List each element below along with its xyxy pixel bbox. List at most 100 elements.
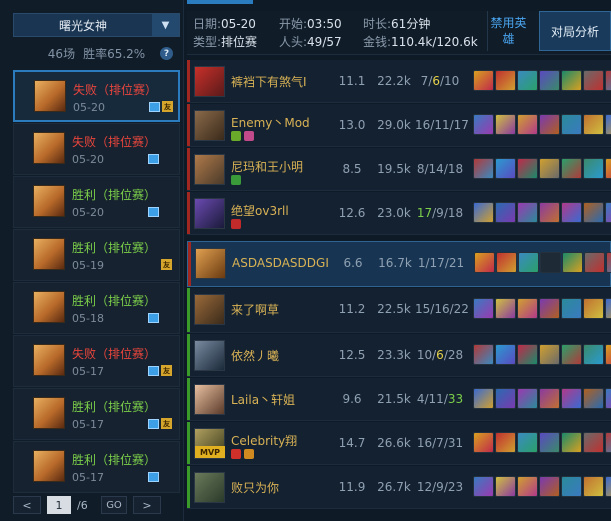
- item-slot[interactable]: [495, 158, 516, 179]
- player-name[interactable]: Laila丶轩姐: [231, 391, 295, 408]
- item-slot[interactable]: [561, 476, 582, 497]
- player-name[interactable]: 裤裆下有煞气I: [231, 73, 307, 90]
- item-slot[interactable]: [495, 432, 516, 453]
- match-history-item[interactable]: 胜利（排位赛） 05-17: [13, 441, 180, 493]
- item-slot[interactable]: [517, 432, 538, 453]
- item-slot[interactable]: [539, 202, 560, 223]
- item-slot[interactable]: [473, 70, 494, 91]
- item-slot[interactable]: [473, 388, 494, 409]
- item-slot[interactable]: [539, 298, 560, 319]
- item-slot[interactable]: [561, 70, 582, 91]
- item-slot[interactable]: [473, 202, 494, 223]
- item-slot[interactable]: [495, 476, 516, 497]
- item-slot[interactable]: [605, 432, 611, 453]
- item-slot[interactable]: [561, 432, 582, 453]
- player-row[interactable]: 来了啊草 11.2 22.5k 15/16/22: [187, 288, 611, 333]
- item-slot[interactable]: [561, 298, 582, 319]
- player-name[interactable]: 依然丿曦: [231, 347, 279, 364]
- item-slot[interactable]: [495, 388, 516, 409]
- player-name[interactable]: Celebrity翔: [231, 432, 297, 449]
- player-row[interactable]: 裤裆下有煞气I 11.1 22.2k 7/6/10: [187, 60, 611, 103]
- item-slot[interactable]: [539, 70, 560, 91]
- page-number-input[interactable]: 1: [47, 496, 71, 514]
- match-history-item[interactable]: 胜利（排位赛） 05-18: [13, 282, 180, 334]
- item-slot[interactable]: [605, 114, 611, 135]
- item-slot[interactable]: [561, 202, 582, 223]
- item-slot[interactable]: [495, 70, 516, 91]
- item-slot[interactable]: [583, 476, 604, 497]
- match-history-item[interactable]: 失败（排位赛） 05-20 友: [13, 70, 180, 122]
- item-slot[interactable]: [518, 252, 539, 273]
- item-slot[interactable]: [517, 158, 538, 179]
- item-slot[interactable]: [606, 252, 611, 273]
- item-slot[interactable]: [584, 252, 605, 273]
- item-slot[interactable]: [605, 298, 611, 319]
- match-history-item[interactable]: 失败（排位赛） 05-20: [13, 123, 180, 175]
- item-slot[interactable]: [583, 298, 604, 319]
- item-slot[interactable]: [495, 344, 516, 365]
- player-row[interactable]: 依然丿曦 12.5 23.3k 10/6/28: [187, 334, 611, 377]
- item-slot[interactable]: [517, 476, 538, 497]
- item-slot[interactable]: [539, 344, 560, 365]
- item-slot[interactable]: [495, 114, 516, 135]
- help-icon[interactable]: ?: [160, 47, 173, 60]
- item-slot[interactable]: [539, 476, 560, 497]
- player-row[interactable]: Laila丶轩姐 9.6 21.5k 4/11/33: [187, 378, 611, 421]
- player-name[interactable]: 来了啊草: [231, 301, 279, 318]
- item-slot[interactable]: [583, 388, 604, 409]
- item-slot[interactable]: [517, 114, 538, 135]
- player-name[interactable]: 尼玛和王小明: [231, 158, 303, 175]
- item-slot[interactable]: [517, 202, 538, 223]
- item-slot[interactable]: [561, 344, 582, 365]
- player-row[interactable]: 尼玛和王小明 8.5 19.5k 8/14/18: [187, 148, 611, 191]
- item-slot[interactable]: [496, 252, 517, 273]
- next-page-button[interactable]: >: [133, 496, 161, 514]
- item-slot[interactable]: [583, 202, 604, 223]
- match-history-item[interactable]: 胜利（排位赛） 05-17 友: [13, 388, 180, 440]
- item-slot[interactable]: [583, 70, 604, 91]
- item-slot[interactable]: [517, 298, 538, 319]
- item-slot[interactable]: [561, 158, 582, 179]
- item-slot[interactable]: [474, 252, 495, 273]
- item-slot[interactable]: [539, 432, 560, 453]
- item-slot[interactable]: [539, 158, 560, 179]
- player-row[interactable]: 绝望ov3rll 12.6 23.0k 17/9/18: [187, 192, 611, 235]
- item-slot[interactable]: [583, 432, 604, 453]
- item-slot[interactable]: [605, 202, 611, 223]
- player-name[interactable]: 败只为你: [231, 479, 279, 496]
- match-history-item[interactable]: 胜利（排位赛） 05-20: [13, 176, 180, 228]
- match-history-item[interactable]: 胜利（排位赛） 05-19 友: [13, 229, 180, 281]
- item-slot[interactable]: [473, 432, 494, 453]
- item-slot[interactable]: [605, 70, 611, 91]
- item-slot[interactable]: [517, 344, 538, 365]
- player-row[interactable]: Enemy丶Mod 13.0 29.0k 16/11/17: [187, 104, 611, 147]
- item-slot[interactable]: [605, 344, 611, 365]
- item-slot[interactable]: [473, 298, 494, 319]
- player-row[interactable]: 败只为你 11.9 26.7k 12/9/23: [187, 466, 611, 509]
- item-slot[interactable]: [473, 158, 494, 179]
- chevron-down-icon[interactable]: ▼: [152, 14, 179, 36]
- player-name[interactable]: Enemy丶Mod: [231, 114, 310, 131]
- player-name[interactable]: ASDASDASDDGI: [232, 256, 329, 270]
- item-slot[interactable]: [539, 114, 560, 135]
- item-slot[interactable]: [495, 202, 516, 223]
- player-row[interactable]: ASDASDASDDGI 6.6 16.7k 1/17/21: [187, 241, 611, 287]
- player-name[interactable]: 绝望ov3rll: [231, 202, 289, 219]
- match-analysis-button[interactable]: 对局分析: [539, 11, 611, 51]
- item-slot[interactable]: [473, 344, 494, 365]
- item-slot[interactable]: [562, 252, 583, 273]
- item-slot[interactable]: [473, 476, 494, 497]
- banned-heroes-button[interactable]: 禁用英雄: [487, 11, 529, 51]
- item-slot[interactable]: [517, 70, 538, 91]
- item-slot[interactable]: [583, 344, 604, 365]
- match-history-item[interactable]: 失败（排位赛） 05-17 友: [13, 335, 180, 387]
- item-slot[interactable]: [495, 298, 516, 319]
- item-slot[interactable]: [583, 114, 604, 135]
- item-slot[interactable]: [561, 388, 582, 409]
- item-slot[interactable]: [473, 114, 494, 135]
- item-slot[interactable]: [605, 476, 611, 497]
- go-button[interactable]: GO: [101, 496, 127, 514]
- item-slot[interactable]: [539, 388, 560, 409]
- item-slot[interactable]: [540, 252, 561, 273]
- hero-selector[interactable]: 曙光女神 ▼: [13, 13, 180, 37]
